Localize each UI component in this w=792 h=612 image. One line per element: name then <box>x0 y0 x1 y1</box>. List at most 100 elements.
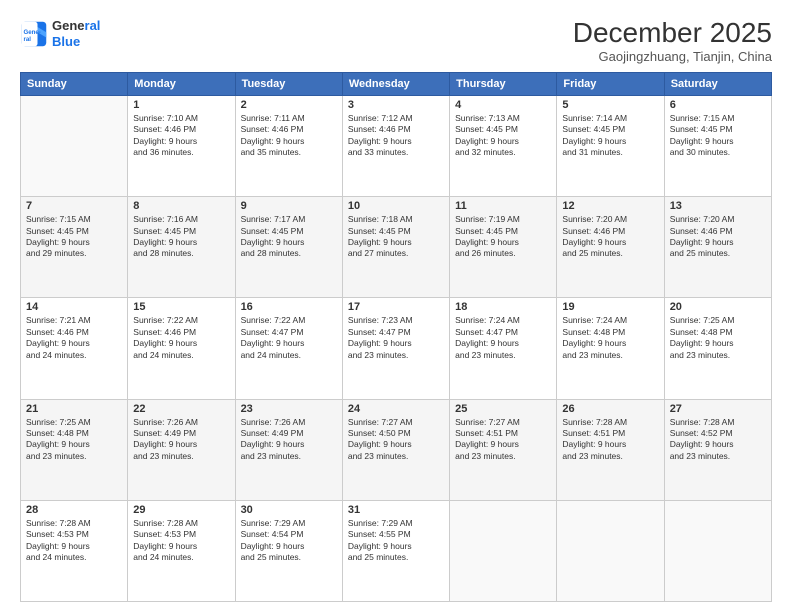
day-info: Sunrise: 7:16 AMSunset: 4:45 PMDaylight:… <box>133 214 229 260</box>
weekday-header-friday: Friday <box>557 72 664 95</box>
calendar-week-2: 7Sunrise: 7:15 AMSunset: 4:45 PMDaylight… <box>21 197 772 298</box>
day-number: 24 <box>348 403 444 415</box>
day-number: 21 <box>26 403 122 415</box>
day-info: Sunrise: 7:28 AMSunset: 4:53 PMDaylight:… <box>26 518 122 564</box>
calendar-cell: 26Sunrise: 7:28 AMSunset: 4:51 PMDayligh… <box>557 399 664 500</box>
calendar-cell: 7Sunrise: 7:15 AMSunset: 4:45 PMDaylight… <box>21 197 128 298</box>
day-info: Sunrise: 7:13 AMSunset: 4:45 PMDaylight:… <box>455 113 551 159</box>
day-number: 26 <box>562 403 658 415</box>
day-number: 5 <box>562 99 658 111</box>
month-title: December 2025 <box>573 18 772 49</box>
weekday-header-thursday: Thursday <box>450 72 557 95</box>
day-info: Sunrise: 7:11 AMSunset: 4:46 PMDaylight:… <box>241 113 337 159</box>
calendar-cell: 16 Sunrise: 7:22 AMSunset: 4:47 PMDayligh… <box>235 298 342 399</box>
day-info: Sunrise: 7:20 AMSunset: 4:46 PMDaylight:… <box>562 214 658 260</box>
day-number: 2 <box>241 99 337 111</box>
day-number: 9 <box>241 200 337 212</box>
day-number: 4 <box>455 99 551 111</box>
day-info: Sunrise: 7:27 AMSunset: 4:51 PMDaylight:… <box>455 417 551 463</box>
day-number: 3 <box>348 99 444 111</box>
calendar-cell: 24 Sunrise: 7:27 AMSunset: 4:50 PMDayligh… <box>342 399 449 500</box>
day-number: 8 <box>133 200 229 212</box>
day-number: 20 <box>670 301 766 313</box>
calendar-cell: 18Sunrise: 7:24 AMSunset: 4:47 PMDayligh… <box>450 298 557 399</box>
day-info: Sunrise: 7:22 AMSunset: 4:47 PMDaylight:… <box>241 315 337 361</box>
calendar-week-1: 1Sunrise: 7:10 AMSunset: 4:46 PMDaylight… <box>21 95 772 196</box>
calendar-cell: 20 Sunrise: 7:25 AMSunset: 4:48 PMDayligh… <box>664 298 771 399</box>
calendar-cell <box>450 500 557 601</box>
calendar-cell <box>664 500 771 601</box>
day-info: Sunrise: 7:28 AMSunset: 4:52 PMDaylight:… <box>670 417 766 463</box>
day-number: 19 <box>562 301 658 313</box>
calendar-cell: 27 Sunrise: 7:28 AMSunset: 4:52 PMDayligh… <box>664 399 771 500</box>
calendar-cell: 11Sunrise: 7:19 AMSunset: 4:45 PMDayligh… <box>450 197 557 298</box>
calendar-cell: 6Sunrise: 7:15 AMSunset: 4:45 PMDaylight… <box>664 95 771 196</box>
day-number: 12 <box>562 200 658 212</box>
calendar-week-4: 21 Sunrise: 7:25 AMSunset: 4:48 PMDayligh… <box>21 399 772 500</box>
day-number: 17 <box>348 301 444 313</box>
day-info: Sunrise: 7:25 AMSunset: 4:48 PMDaylight:… <box>670 315 766 361</box>
day-number: 29 <box>133 504 229 516</box>
logo-text: General Blue <box>52 18 100 49</box>
day-info: Sunrise: 7:25 AMSunset: 4:48 PMDaylight:… <box>26 417 122 463</box>
day-number: 25 <box>455 403 551 415</box>
calendar-cell: 22 Sunrise: 7:26 AMSunset: 4:49 PMDayligh… <box>128 399 235 500</box>
location: Gaojingzhuang, Tianjin, China <box>573 49 772 64</box>
calendar-cell: 3 Sunrise: 7:12 AMSunset: 4:46 PMDaylight… <box>342 95 449 196</box>
calendar-cell: 14Sunrise: 7:21 AMSunset: 4:46 PMDayligh… <box>21 298 128 399</box>
day-info: Sunrise: 7:22 AMSunset: 4:46 PMDaylight:… <box>133 315 229 361</box>
calendar-cell: 17 Sunrise: 7:23 AMSunset: 4:47 PMDayligh… <box>342 298 449 399</box>
calendar-cell: 1Sunrise: 7:10 AMSunset: 4:46 PMDaylight… <box>128 95 235 196</box>
calendar-cell: 19 Sunrise: 7:24 AMSunset: 4:48 PMDayligh… <box>557 298 664 399</box>
weekday-header-monday: Monday <box>128 72 235 95</box>
day-info: Sunrise: 7:29 AMSunset: 4:55 PMDaylight:… <box>348 518 444 564</box>
title-area: December 2025 Gaojingzhuang, Tianjin, Ch… <box>573 18 772 64</box>
calendar-cell <box>557 500 664 601</box>
calendar-week-3: 14Sunrise: 7:21 AMSunset: 4:46 PMDayligh… <box>21 298 772 399</box>
day-info: Sunrise: 7:18 AMSunset: 4:45 PMDaylight:… <box>348 214 444 260</box>
calendar-cell: 8 Sunrise: 7:16 AMSunset: 4:45 PMDaylight… <box>128 197 235 298</box>
day-info: Sunrise: 7:24 AMSunset: 4:47 PMDaylight:… <box>455 315 551 361</box>
day-info: Sunrise: 7:29 AMSunset: 4:54 PMDaylight:… <box>241 518 337 564</box>
calendar-cell: 9 Sunrise: 7:17 AMSunset: 4:45 PMDaylight… <box>235 197 342 298</box>
day-info: Sunrise: 7:28 AMSunset: 4:53 PMDaylight:… <box>133 518 229 564</box>
calendar-cell: 10 Sunrise: 7:18 AMSunset: 4:45 PMDayligh… <box>342 197 449 298</box>
day-info: Sunrise: 7:26 AMSunset: 4:49 PMDaylight:… <box>241 417 337 463</box>
day-number: 6 <box>670 99 766 111</box>
calendar-cell: 30 Sunrise: 7:29 AMSunset: 4:54 PMDayligh… <box>235 500 342 601</box>
day-number: 28 <box>26 504 122 516</box>
svg-text:Gene-: Gene- <box>24 29 41 36</box>
day-number: 15 <box>133 301 229 313</box>
day-info: Sunrise: 7:12 AMSunset: 4:46 PMDaylight:… <box>348 113 444 159</box>
calendar-week-5: 28 Sunrise: 7:28 AMSunset: 4:53 PMDayligh… <box>21 500 772 601</box>
day-info: Sunrise: 7:19 AMSunset: 4:45 PMDaylight:… <box>455 214 551 260</box>
day-number: 22 <box>133 403 229 415</box>
calendar-cell: 29 Sunrise: 7:28 AMSunset: 4:53 PMDayligh… <box>128 500 235 601</box>
weekday-header-saturday: Saturday <box>664 72 771 95</box>
day-info: Sunrise: 7:24 AMSunset: 4:48 PMDaylight:… <box>562 315 658 361</box>
weekday-header-tuesday: Tuesday <box>235 72 342 95</box>
logo: Gene- ral General Blue <box>20 18 100 49</box>
day-info: Sunrise: 7:23 AMSunset: 4:47 PMDaylight:… <box>348 315 444 361</box>
day-number: 30 <box>241 504 337 516</box>
svg-text:ral: ral <box>24 36 32 43</box>
day-number: 27 <box>670 403 766 415</box>
calendar-cell: 23 Sunrise: 7:26 AMSunset: 4:49 PMDayligh… <box>235 399 342 500</box>
calendar-cell: 13Sunrise: 7:20 AMSunset: 4:46 PMDayligh… <box>664 197 771 298</box>
weekday-header-wednesday: Wednesday <box>342 72 449 95</box>
day-info: Sunrise: 7:27 AMSunset: 4:50 PMDaylight:… <box>348 417 444 463</box>
calendar-cell: 25 Sunrise: 7:27 AMSunset: 4:51 PMDayligh… <box>450 399 557 500</box>
day-info: Sunrise: 7:15 AMSunset: 4:45 PMDaylight:… <box>26 214 122 260</box>
calendar-cell: 4 Sunrise: 7:13 AMSunset: 4:45 PMDaylight… <box>450 95 557 196</box>
day-info: Sunrise: 7:17 AMSunset: 4:45 PMDaylight:… <box>241 214 337 260</box>
logo-icon: Gene- ral <box>20 20 48 48</box>
calendar-cell: 2 Sunrise: 7:11 AMSunset: 4:46 PMDaylight… <box>235 95 342 196</box>
day-number: 23 <box>241 403 337 415</box>
day-number: 16 <box>241 301 337 313</box>
calendar-cell: 28 Sunrise: 7:28 AMSunset: 4:53 PMDayligh… <box>21 500 128 601</box>
day-info: Sunrise: 7:21 AMSunset: 4:46 PMDaylight:… <box>26 315 122 361</box>
day-number: 10 <box>348 200 444 212</box>
calendar-cell: 31 Sunrise: 7:29 AMSunset: 4:55 PMDayligh… <box>342 500 449 601</box>
day-number: 31 <box>348 504 444 516</box>
day-info: Sunrise: 7:26 AMSunset: 4:49 PMDaylight:… <box>133 417 229 463</box>
